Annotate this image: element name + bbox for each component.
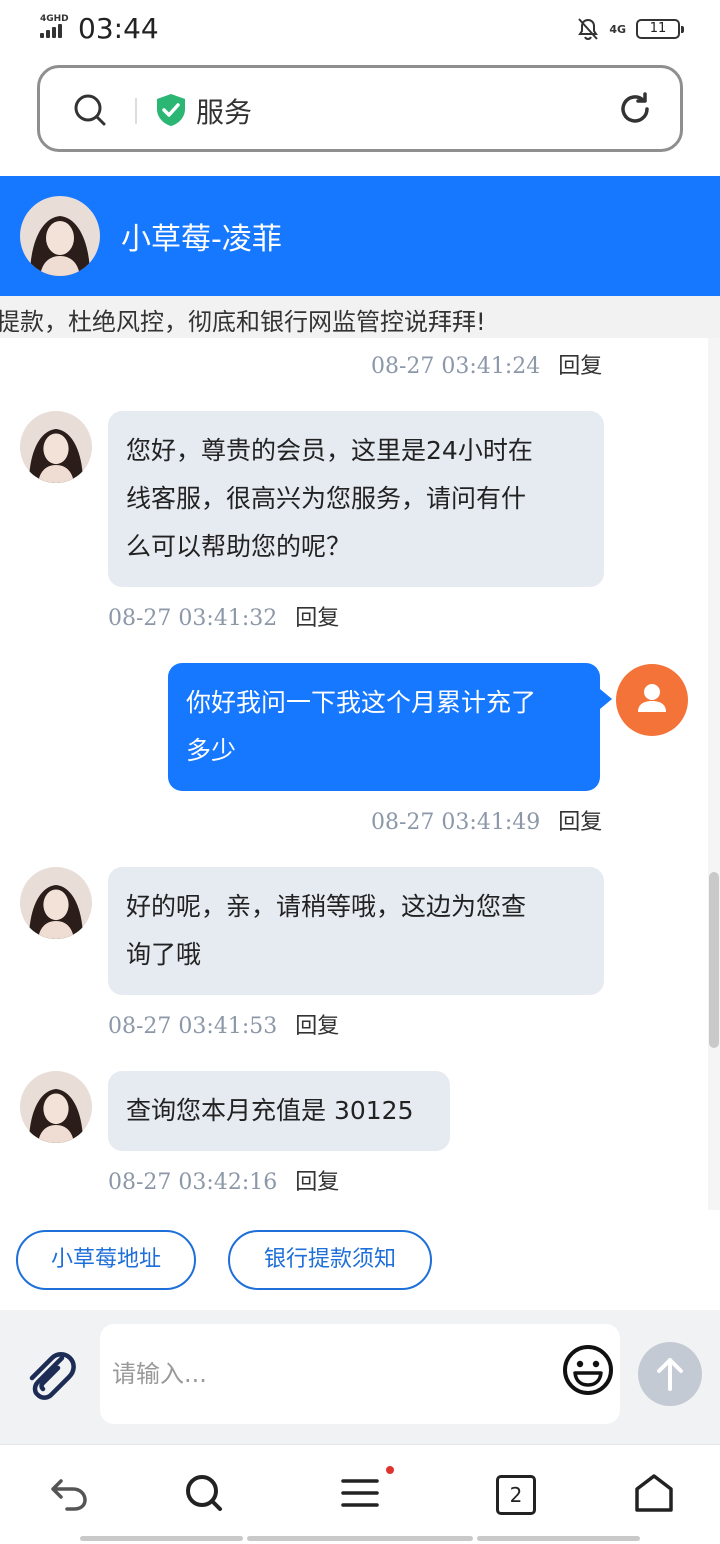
reply-link[interactable]: 回复 xyxy=(295,606,339,631)
search-icon[interactable] xyxy=(72,92,108,128)
signal-icon: 4GHD xyxy=(40,14,72,40)
message-line: 询了哦 xyxy=(126,940,202,969)
gesture-bar xyxy=(80,1536,243,1541)
back-icon[interactable] xyxy=(47,1471,91,1515)
browser-bottom-nav: 2 xyxy=(0,1444,720,1544)
status-time: 03:44 xyxy=(78,12,159,45)
user-icon xyxy=(638,684,666,712)
divider xyxy=(135,98,137,124)
message-line: 多少 xyxy=(186,736,237,765)
message-meta: 08-27 03:41:32 回复 xyxy=(108,600,339,632)
agent-avatar[interactable] xyxy=(20,196,100,276)
reload-icon[interactable] xyxy=(616,90,654,128)
message-line: 查询您本月充值是 30125 xyxy=(126,1096,414,1125)
reply-link[interactable]: 回复 xyxy=(295,1170,339,1195)
address-text[interactable]: 服务 xyxy=(196,91,252,131)
shield-check-icon xyxy=(157,94,185,126)
status-bar: 4GHD 03:44 4G 11 xyxy=(0,0,720,56)
agent-message-bubble: 查询您本月充值是 30125 xyxy=(108,1071,450,1151)
notice-marquee: 提款，杜绝风控，彻底和银行网监管控说拜拜! xyxy=(0,296,720,338)
agent-avatar[interactable] xyxy=(20,411,92,483)
message-time: 08-27 03:41:32 xyxy=(108,606,278,631)
message-line: 线客服，很高兴为您服务，请问有什 xyxy=(126,484,527,513)
message-meta: 08-27 03:41:53 回复 xyxy=(108,1008,339,1040)
tabs-button[interactable]: 2 xyxy=(496,1475,536,1515)
search-icon[interactable] xyxy=(182,1471,226,1515)
scrollbar-thumb[interactable] xyxy=(709,872,719,1048)
message-meta: 08-27 03:42:16 回复 xyxy=(108,1164,339,1196)
message-line: 你好我问一下我这个月累计充了 xyxy=(186,688,537,717)
battery-icon: 11 xyxy=(636,19,684,39)
agent-message-bubble: 好的呢，亲，请稍等哦，这边为您查 询了哦 xyxy=(108,867,604,995)
message-line: 好的呢，亲，请稍等哦，这边为您查 xyxy=(126,892,527,921)
network-type: 4GHD xyxy=(40,14,69,24)
home-icon[interactable] xyxy=(632,1471,676,1515)
message-line: 您好，尊贵的会员，这里是24小时在 xyxy=(126,436,533,465)
quick-reply-button[interactable]: 小草莓地址 xyxy=(16,1230,196,1290)
input-placeholder: 请输入... xyxy=(112,1360,207,1388)
bell-muted-icon xyxy=(578,18,599,41)
address-bar[interactable]: 服务 xyxy=(37,65,683,152)
user-avatar[interactable] xyxy=(616,664,688,736)
arrow-up-icon xyxy=(657,1358,683,1391)
message-time: 08-27 03:41:49 xyxy=(371,810,541,835)
reply-link[interactable]: 回复 xyxy=(558,354,602,379)
chat-title: 小草莓-凌菲 xyxy=(121,222,282,257)
menu-icon[interactable] xyxy=(338,1471,382,1515)
message-input[interactable]: 请输入... xyxy=(100,1324,620,1424)
network-4g-label: 4G xyxy=(609,22,626,36)
quick-reply-button[interactable]: 银行提款须知 xyxy=(228,1230,432,1290)
send-button[interactable] xyxy=(638,1342,702,1406)
message-meta: 08-27 03:41:24 回复 xyxy=(371,348,602,380)
quick-reply-bar: 小草莓地址 银行提款须知 xyxy=(0,1210,720,1310)
message-time: 08-27 03:42:16 xyxy=(108,1170,278,1195)
user-message-bubble: 你好我问一下我这个月累计充了 多少 xyxy=(168,663,612,791)
agent-message-bubble: 您好，尊贵的会员，这里是24小时在 线客服，很高兴为您服务，请问有什 么可以帮助… xyxy=(108,411,604,587)
agent-avatar[interactable] xyxy=(20,867,92,939)
emoji-icon[interactable] xyxy=(562,1344,614,1396)
gesture-bar xyxy=(247,1536,473,1541)
notification-dot xyxy=(386,1466,394,1474)
gesture-bar xyxy=(477,1536,640,1541)
message-meta: 08-27 03:41:49 回复 xyxy=(371,804,602,836)
message-time: 08-27 03:41:24 xyxy=(371,354,541,379)
scrollbar-track[interactable] xyxy=(708,338,720,1210)
reply-link[interactable]: 回复 xyxy=(558,810,602,835)
paperclip-icon[interactable] xyxy=(22,1344,78,1404)
reply-link[interactable]: 回复 xyxy=(295,1014,339,1039)
agent-avatar[interactable] xyxy=(20,1071,92,1143)
chat-header: 小草莓-凌菲 xyxy=(0,176,720,296)
message-time: 08-27 03:41:53 xyxy=(108,1014,278,1039)
message-line: 么可以帮助您的呢？ xyxy=(126,532,352,561)
notice-text: 提款，杜绝风控，彻底和银行网监管控说拜拜! xyxy=(0,308,486,336)
